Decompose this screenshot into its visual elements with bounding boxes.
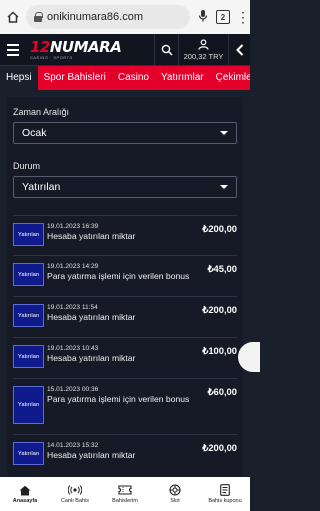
home-icon bbox=[18, 484, 32, 496]
transaction-row[interactable]: Yatırılan 19.01.2023 11:54 Hesaba yatırıl… bbox=[13, 296, 237, 337]
range-label: Zaman Aralığı bbox=[13, 107, 70, 117]
search-button[interactable] bbox=[154, 34, 178, 65]
account-button[interactable]: 200,32 TRY bbox=[178, 34, 228, 65]
bottom-navigation: Anasayfa Canlı Bahis Bahislerim Slot Bah… bbox=[0, 477, 250, 511]
transaction-amount: ₺200,00 bbox=[202, 223, 237, 234]
site-header: 12NUMARA CASINO · SPORTS 200,32 TRY bbox=[0, 34, 250, 66]
type-badge: Yatırılan bbox=[13, 345, 44, 368]
transaction-description: Para yatırma işlemi için verilen bonus bbox=[47, 394, 190, 404]
transaction-date: 15.01.2023 00:36 bbox=[47, 386, 99, 393]
tab-spor-bahisleri[interactable]: Spor Bahisleri bbox=[38, 66, 112, 90]
browser-toolbar: onikinumara86.com 2 ⋮ bbox=[0, 0, 250, 34]
bottom-nav-label: Canlı Bahis bbox=[60, 498, 90, 504]
bottom-nav-bahislerim[interactable]: Bahislerim bbox=[100, 477, 150, 511]
transaction-description: Hesaba yatırılan miktar bbox=[47, 231, 136, 241]
user-icon bbox=[198, 38, 209, 50]
transaction-amount: ₺200,00 bbox=[202, 304, 237, 315]
type-badge: Yatırılan bbox=[13, 263, 44, 286]
type-badge: Yatırılan bbox=[13, 223, 44, 246]
transaction-amount: ₺200,00 bbox=[202, 442, 237, 453]
tab-yatirimlar[interactable]: Yatırımlar bbox=[155, 66, 210, 90]
transaction-date: 19.01.2023 16:39 bbox=[47, 223, 99, 230]
transaction-row[interactable]: Yatırılan 15.01.2023 00:36 Para yatırma i… bbox=[13, 378, 237, 434]
more-menu-icon[interactable]: ⋮ bbox=[236, 10, 250, 24]
live-bet-icon bbox=[68, 484, 82, 496]
search-icon bbox=[161, 44, 173, 56]
transaction-date: 19.01.2023 11:54 bbox=[47, 304, 98, 311]
logo-number: 12 bbox=[30, 37, 50, 56]
type-badge: Yatırılan bbox=[13, 386, 44, 424]
category-tabs: Hepsi Spor Bahisleri Casino Yatırımlar Ç… bbox=[0, 66, 250, 90]
home-icon[interactable] bbox=[6, 10, 20, 24]
bottom-nav-slot[interactable]: Slot bbox=[150, 477, 200, 511]
transaction-row[interactable]: Yatırılan 19.01.2023 10:43 Hesaba yatırıl… bbox=[13, 337, 237, 378]
type-badge: Yatırılan bbox=[13, 442, 44, 465]
transactions-panel: Zaman Aralığı Ocak Durum Yatırılan Yatır… bbox=[7, 97, 243, 477]
bottom-nav-bahis-kuponu[interactable]: Bahis kuponu bbox=[200, 477, 250, 511]
transaction-row[interactable]: Yatırılan 19.01.2023 16:39 Hesaba yatırıl… bbox=[13, 215, 237, 255]
bottom-nav-label: Anasayfa bbox=[12, 498, 38, 504]
bottom-nav-label: Bahis kuponu bbox=[208, 498, 242, 504]
transaction-date: 19.01.2023 14:29 bbox=[47, 263, 99, 270]
url-text: onikinumara86.com bbox=[47, 11, 143, 23]
transaction-row[interactable]: Yatırılan 14.01.2023 15:32 Hesaba yatırıl… bbox=[13, 434, 237, 474]
lock-icon bbox=[34, 12, 43, 22]
caret-down-icon bbox=[220, 185, 228, 189]
transaction-description: Hesaba yatırılan miktar bbox=[47, 450, 136, 460]
logo-tagline: CASINO · SPORTS bbox=[30, 54, 73, 60]
bottom-nav-label: Slot bbox=[170, 498, 180, 504]
logo-word: NUMARA bbox=[49, 37, 122, 56]
tab-hepsi[interactable]: Hepsi bbox=[0, 66, 38, 90]
transaction-date: 19.01.2023 10:43 bbox=[47, 345, 99, 352]
back-chevron-icon[interactable] bbox=[228, 34, 250, 65]
ticket-icon bbox=[118, 484, 132, 496]
address-bar[interactable]: onikinumara86.com bbox=[26, 5, 190, 29]
tab-count-button[interactable]: 2 bbox=[216, 10, 230, 24]
bottom-nav-anasayfa[interactable]: Anasayfa bbox=[0, 477, 50, 511]
balance-amount: 200,32 TRY bbox=[183, 51, 224, 61]
bottom-nav-canli-bahis[interactable]: Canlı Bahis bbox=[50, 477, 100, 511]
transaction-date: 14.01.2023 15:32 bbox=[47, 442, 99, 449]
caret-down-icon bbox=[220, 131, 228, 135]
microphone-icon[interactable] bbox=[196, 9, 210, 26]
slot-icon bbox=[168, 484, 182, 496]
transaction-amount: ₺60,00 bbox=[207, 386, 237, 397]
tab-cekimler[interactable]: Çekimler bbox=[210, 66, 250, 90]
status-label: Durum bbox=[13, 161, 41, 171]
scroll-handle[interactable] bbox=[238, 342, 260, 372]
coupon-icon bbox=[218, 484, 232, 496]
bottom-nav-label: Bahislerim bbox=[112, 498, 138, 504]
transaction-amount: ₺45,00 bbox=[207, 263, 237, 274]
site-logo[interactable]: 12NUMARA CASINO · SPORTS bbox=[26, 34, 154, 65]
range-value: Ocak bbox=[22, 127, 47, 139]
transaction-list: Yatırılan 19.01.2023 16:39 Hesaba yatırıl… bbox=[13, 215, 237, 474]
transaction-description: Para yatırma işlemi için verilen bonus bbox=[47, 271, 190, 281]
transaction-description: Hesaba yatırılan miktar bbox=[47, 353, 136, 363]
type-badge: Yatırılan bbox=[13, 304, 44, 327]
status-value: Yatırılan bbox=[22, 181, 61, 193]
range-select[interactable]: Ocak bbox=[13, 122, 237, 144]
transaction-description: Hesaba yatırılan miktar bbox=[47, 312, 136, 322]
transaction-row[interactable]: Yatırılan 19.01.2023 14:29 Para yatırma i… bbox=[13, 255, 237, 296]
transaction-amount: ₺100,00 bbox=[202, 345, 237, 356]
hamburger-menu-icon[interactable] bbox=[0, 34, 26, 65]
status-select[interactable]: Yatırılan bbox=[13, 176, 237, 198]
tab-casino[interactable]: Casino bbox=[112, 66, 155, 90]
